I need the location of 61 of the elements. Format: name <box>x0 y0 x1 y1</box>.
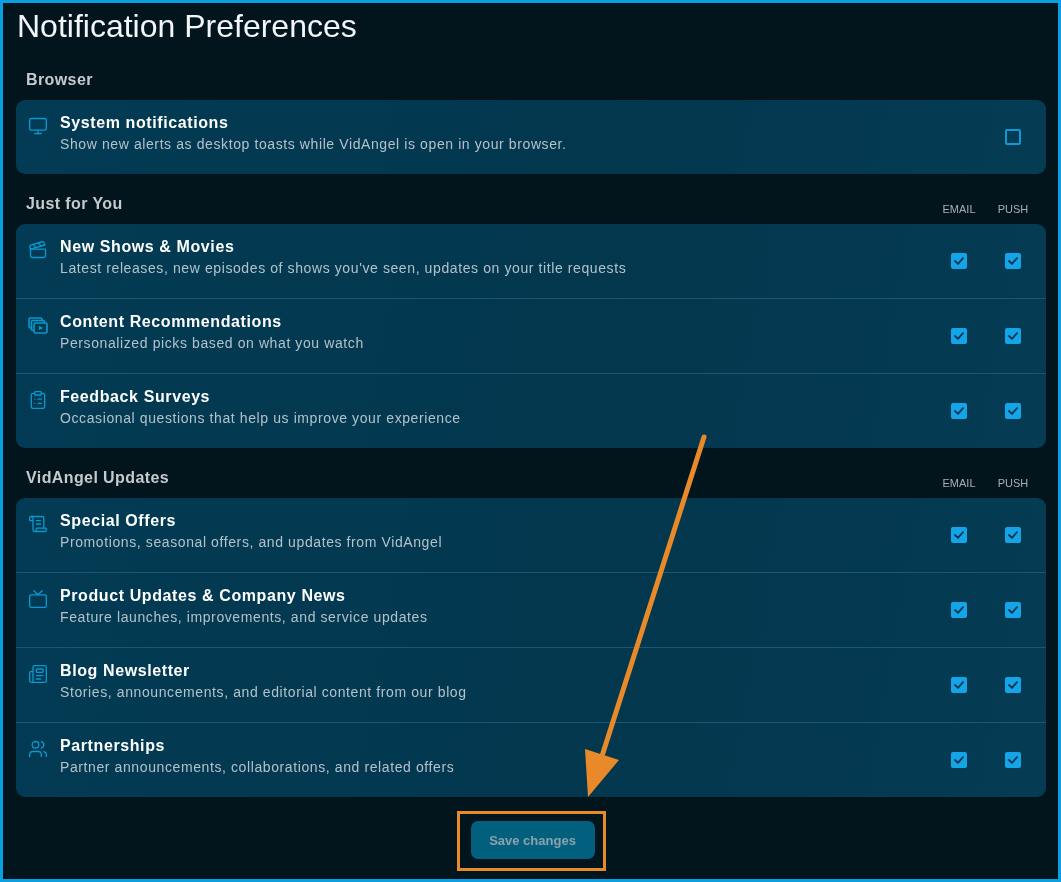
check-icon <box>1008 407 1018 415</box>
setting-title: Special Offers <box>60 511 176 531</box>
column-label: EMAIL <box>941 476 977 490</box>
checkbox[interactable] <box>951 677 967 693</box>
checkbox[interactable] <box>1005 677 1021 693</box>
checkbox[interactable] <box>1005 527 1021 543</box>
check-icon <box>954 606 964 614</box>
check-icon <box>954 257 964 265</box>
setting-description: Latest releases, new episodes of shows you've seen, updates on your title requests <box>60 259 627 277</box>
checkbox[interactable] <box>951 752 967 768</box>
setting-title: Partnerships <box>60 736 165 756</box>
checkbox[interactable] <box>1005 403 1021 419</box>
setting-description: Feature launches, improvements, and service updates <box>60 608 428 626</box>
setting-title: Feedback Surveys <box>60 387 211 407</box>
column-label: PUSH <box>996 202 1030 216</box>
monitor-icon <box>28 116 48 136</box>
column-label: EMAIL <box>941 202 977 216</box>
clapperboard-icon <box>28 240 48 260</box>
check-icon <box>1008 756 1018 764</box>
checkbox[interactable] <box>1005 328 1021 344</box>
checkbox[interactable] <box>1005 602 1021 618</box>
scroll-icon <box>28 514 48 534</box>
clipboard-icon <box>28 390 48 410</box>
checkbox[interactable] <box>951 403 967 419</box>
check-icon <box>954 332 964 340</box>
check-icon <box>954 756 964 764</box>
setting-title: Content Recommendations <box>60 312 282 332</box>
tv-icon <box>28 589 48 609</box>
setting-title: New Shows & Movies <box>60 237 235 257</box>
check-icon <box>954 531 964 539</box>
checkbox[interactable] <box>1005 253 1021 269</box>
checkbox[interactable] <box>951 527 967 543</box>
check-icon <box>1008 681 1018 689</box>
page-title: Notification Preferences <box>17 8 357 44</box>
video-stack-icon <box>28 315 48 335</box>
setting-title: Product Updates & Company News <box>60 586 346 606</box>
setting-title: System notifications <box>60 113 229 133</box>
check-icon <box>954 407 964 415</box>
section-heading: Browser <box>26 70 93 90</box>
checkbox[interactable] <box>951 328 967 344</box>
checkbox[interactable] <box>1005 752 1021 768</box>
setting-description: Occasional questions that help us improve your experience <box>60 409 461 427</box>
column-label: PUSH <box>996 476 1030 490</box>
checkbox[interactable] <box>1005 129 1021 145</box>
setting-title: Blog Newsletter <box>60 661 190 681</box>
users-icon <box>28 739 48 759</box>
setting-description: Promotions, seasonal offers, and updates from VidAngel <box>60 533 443 551</box>
newspaper-icon <box>28 664 48 684</box>
setting-description: Personalized picks based on what you watch <box>60 334 364 352</box>
section-heading: VidAngel Updates <box>26 468 170 488</box>
setting-description: Stories, announcements, and editorial content from our blog <box>60 683 467 701</box>
section-heading: Just for You <box>26 194 123 214</box>
check-icon <box>954 681 964 689</box>
check-icon <box>1008 606 1018 614</box>
setting-description: Partner announcements, collaborations, and related offers <box>60 758 455 776</box>
check-icon <box>1008 531 1018 539</box>
check-icon <box>1008 332 1018 340</box>
checkbox[interactable] <box>951 602 967 618</box>
checkbox[interactable] <box>951 253 967 269</box>
check-icon <box>1008 257 1018 265</box>
setting-description: Show new alerts as desktop toasts while VidAngel is open in your browser. <box>60 135 567 153</box>
